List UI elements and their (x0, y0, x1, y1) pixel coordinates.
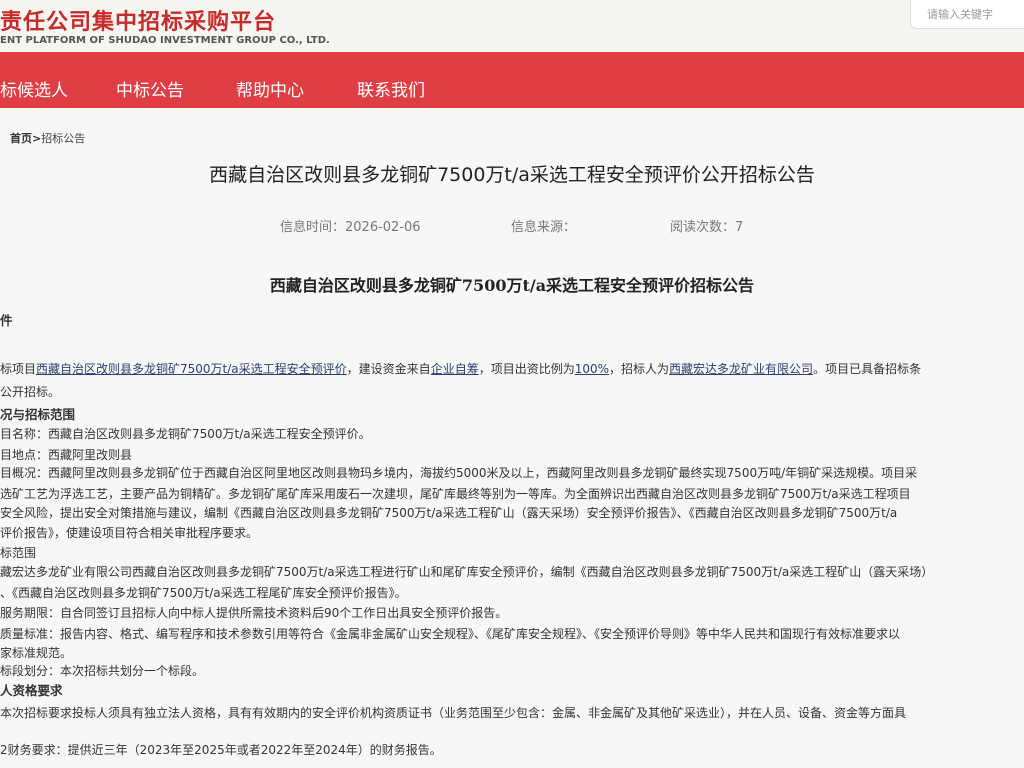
intro-text-2: ，建设资金来自 (346, 362, 431, 376)
qualification-line-1: 本次招标要求投标人须具有独立法人资格，具有有效期内的安全评价机构资质证书（业务范… (0, 706, 907, 720)
search-input[interactable] (911, 0, 1024, 28)
read-count: 阅读次数：7 (670, 216, 743, 235)
intro-text-5: 。项目已具备招标条 (813, 362, 922, 376)
project-overview-line-4: 评价报告》，使建设项目符合相关审批程序要求。 (0, 526, 259, 540)
quality-standard-line-2: 家标准规范。 (0, 646, 73, 660)
main-nav: 标候选人 中标公告 帮助中心 联系我们 (0, 52, 1024, 108)
tender-scope-heading: 标范围 (0, 546, 37, 560)
nav-item-award-notices[interactable]: 中标公告 (116, 76, 184, 101)
breadcrumb-separator: > (32, 132, 42, 145)
project-overview-line-1: 目概况：西藏阿里改则县多龙铜矿位于西藏自治区阿里地区改则县物玛乡境内，海拔约50… (0, 466, 918, 480)
breadcrumb: 首页>招标公告 (10, 130, 85, 146)
financial-requirement-line: 2财务要求：提供近三年（2023年至2025年或者2022年至2024年）的财务… (0, 743, 442, 757)
read-count-value: 7 (735, 220, 744, 235)
read-count-label: 阅读次数： (670, 220, 736, 235)
info-time-label: 信息时间： (280, 220, 346, 235)
breadcrumb-home-link[interactable]: 首页 (10, 132, 32, 145)
intro-text-4: ，招标人为 (609, 362, 670, 376)
tender-scope-line-1: 藏宏达多龙矿业有限公司西藏自治区改则县多龙铜矿7500万t/a采选工程进行矿山和… (0, 565, 934, 579)
article-subtitle: 西藏自治区改则县多龙铜矿7500万t/a采选工程安全预评价招标公告 (269, 276, 755, 295)
page-title: 西藏自治区改则县多龙铜矿7500万t/a采选工程安全预评价公开招标公告 (209, 164, 815, 186)
nav-item-contact-us[interactable]: 联系我们 (357, 76, 425, 101)
intro-text-1: 标项目 (0, 362, 37, 376)
breadcrumb-current[interactable]: 招标公告 (41, 132, 85, 145)
project-overview-line-3: 安全风险，提出安全对策措施与建议，编制《西藏自治区改则县多龙铜矿7500万t/a… (0, 506, 898, 520)
intro-text-3: ，项目出资比例为 (478, 362, 575, 376)
service-period-line: 服务期限：自合同签订且招标人向中标人提供所需技术资料后90个工作日出具安全预评价… (0, 606, 508, 620)
nav-item-help-center[interactable]: 帮助中心 (236, 76, 304, 101)
paragraph-intro-cont: 公开招标。 (0, 385, 61, 399)
section-heading-qualifications: 人资格要求 (0, 683, 63, 698)
lot-division-line: 标段划分：本次招标共划分一个标段。 (0, 664, 205, 678)
info-time: 信息时间：2026-02-06 (280, 216, 421, 235)
funding-ratio: 100% (574, 362, 610, 376)
main-content: 首页>招标公告 西藏自治区改则县多龙铜矿7500万t/a采选工程安全预评价公开招… (0, 108, 1024, 768)
section-heading-overview: 况与招标范围 (0, 407, 76, 422)
site-header: 责任公司集中招标采购平台 ENT PLATFORM OF SHUDAO INVE… (0, 0, 1024, 52)
tender-scope-line-2: 、《西藏自治区改则县多龙铜矿7500万t/a采选工程尾矿库安全预评价报告》。 (0, 586, 407, 600)
quality-standard-line-1: 质量标准：报告内容、格式、编写程序和技术参数引用等符合《金属非金属矿山安全规程》… (0, 627, 901, 641)
nav-item-candidates[interactable]: 标候选人 (0, 76, 68, 101)
logo-chinese-name: 责任公司集中招标采购平台 (0, 10, 277, 35)
funding-source: 企业自筹 (430, 362, 479, 376)
paragraph-intro: 标项目西藏自治区改则县多龙铜矿7500万t/a采选工程安全预评价，建设资金来自企… (0, 360, 921, 377)
project-name-link: 西藏自治区改则县多龙铜矿7500万t/a采选工程安全预评价 (36, 362, 347, 376)
info-source: 信息来源： (511, 216, 576, 235)
section-heading-conditions: 件 (0, 313, 13, 328)
logo-english-name: ENT PLATFORM OF SHUDAO INVESTMENT GROUP … (0, 35, 330, 46)
search-box (910, 0, 1024, 29)
project-overview-line-2: 选矿工艺为浮选工艺，主要产品为铜精矿。多龙铜矿尾矿库采用废石一次建坝，尾矿库最终… (0, 487, 911, 501)
project-location-line: 目地点：西藏阿里改则县 (0, 448, 133, 462)
info-source-label: 信息来源： (511, 220, 577, 235)
info-time-value: 2026-02-06 (345, 220, 421, 235)
project-name-line: 目名称：西藏自治区改则县多龙铜矿7500万t/a采选工程安全预评价。 (0, 427, 371, 441)
tenderer-name: 西藏宏达多龙矿业有限公司 (669, 362, 814, 376)
